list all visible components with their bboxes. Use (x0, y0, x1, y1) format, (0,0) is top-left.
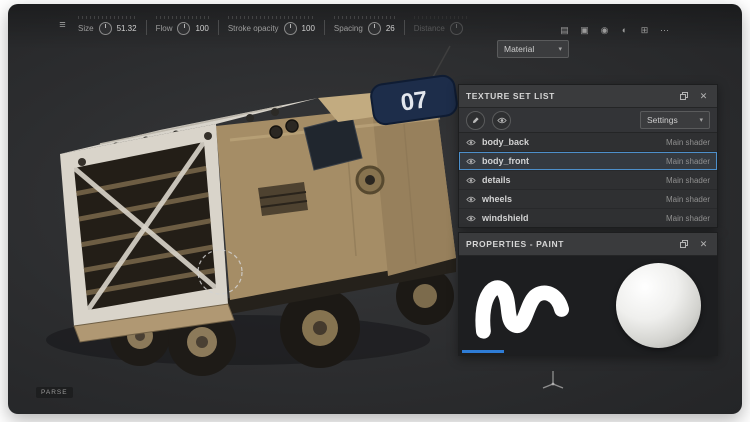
visibility-filter-icon[interactable] (492, 111, 511, 130)
model-grille (74, 142, 216, 310)
eye-icon[interactable] (466, 209, 476, 227)
flow-dial-icon[interactable] (177, 22, 190, 35)
spacing-control: Spacing 26 (334, 16, 395, 35)
size-label: Size (78, 24, 94, 33)
axis-gizmo-icon (540, 368, 566, 390)
tick-marks (228, 16, 315, 19)
stroke-opacity-control: Stroke opacity 100 (228, 16, 315, 35)
close-icon[interactable]: ✕ (697, 90, 710, 103)
settings-dropdown[interactable]: Settings ▾ (640, 111, 710, 129)
chevron-down-icon: ▾ (699, 116, 703, 124)
stroke-opacity-dial-icon[interactable] (284, 22, 297, 35)
texture-set-name: windshield (482, 213, 529, 223)
size-control: Size 51.32 (78, 16, 137, 35)
material-dropdown-label: Material (504, 44, 534, 54)
settings-dropdown-label: Settings (647, 115, 678, 125)
spacing-value[interactable]: 26 (386, 24, 395, 33)
toolbar-divider (324, 20, 325, 35)
properties-body (459, 256, 717, 355)
paint-filter-icon[interactable] (466, 111, 485, 130)
texture-set-row-body-back[interactable]: body_back Main shader (459, 133, 717, 152)
distance-dial-icon (450, 22, 463, 35)
headlight-left (78, 158, 86, 166)
headlight-right (204, 132, 212, 140)
panel-title: PROPERTIES - PAINT (466, 239, 670, 249)
toolbar-divider (218, 20, 219, 35)
material-sphere-preview[interactable] (616, 263, 701, 348)
texture-set-name: body_front (482, 156, 529, 166)
popout-icon[interactable] (677, 90, 690, 103)
tick-marks (78, 16, 137, 19)
stroke-opacity-value[interactable]: 100 (302, 24, 315, 33)
distance-control: Distance (414, 16, 468, 35)
grid-icon[interactable]: ⊞ (638, 24, 651, 37)
display-mode-icon[interactable]: ▤ (558, 24, 571, 37)
distance-label: Distance (414, 24, 445, 33)
panel-title: TEXTURE SET LIST (466, 91, 670, 101)
texture-set-name: wheels (482, 194, 512, 204)
material-dropdown[interactable]: Material ▾ (497, 40, 569, 58)
viewport-3d-model[interactable]: 07 (20, 40, 480, 380)
shader-label: Main shader (666, 157, 710, 166)
number-badge: 07 (370, 74, 459, 125)
brush-toolbar: ≡ Size 51.32 Flow 100 Stroke opacity 100… (56, 16, 468, 35)
texture-set-row-wheels[interactable]: wheels Main shader (459, 190, 717, 209)
popout-icon[interactable] (677, 238, 690, 251)
eye-icon[interactable] (466, 190, 476, 208)
shader-label: Main shader (666, 176, 710, 185)
viewport-display-icons: ▤ ▣ ◉ ◐ ⊞ ⋯ (558, 24, 671, 37)
side-vent (258, 182, 308, 216)
flow-control: Flow 100 (156, 16, 209, 35)
shading-icon[interactable]: ▣ (578, 24, 591, 37)
eye-icon[interactable] (466, 171, 476, 189)
stroke-opacity-label: Stroke opacity (228, 24, 279, 33)
spacing-dial-icon[interactable] (368, 22, 381, 35)
environment-icon[interactable]: ◉ (598, 24, 611, 37)
spacing-label: Spacing (334, 24, 363, 33)
brush-stroke-preview[interactable] (463, 258, 585, 352)
scrollbar[interactable] (462, 350, 504, 353)
tick-marks (414, 16, 468, 19)
texture-set-list-header: TEXTURE SET LIST ✕ (459, 85, 717, 108)
app-window: 07 (8, 4, 742, 414)
porthole-glass (365, 175, 375, 185)
eye-icon[interactable] (466, 133, 476, 151)
toolbar-menu-icon[interactable]: ≡ (56, 19, 69, 32)
toolbar-divider (404, 20, 405, 35)
texture-set-filter-row: Settings ▾ (459, 108, 717, 133)
texture-set-row-body-front[interactable]: body_front Main shader (459, 152, 717, 171)
toolbar-divider (146, 20, 147, 35)
badge-number-text: 07 (399, 86, 429, 116)
size-dial-icon[interactable] (99, 22, 112, 35)
shader-label: Main shader (666, 214, 710, 223)
status-chip: PARSE (36, 387, 73, 398)
shader-label: Main shader (666, 195, 710, 204)
chevron-down-icon: ▾ (558, 45, 562, 53)
texture-set-row-windshield[interactable]: windshield Main shader (459, 209, 717, 227)
tick-marks (156, 16, 209, 19)
more-options-icon[interactable]: ⋯ (658, 24, 671, 37)
size-value[interactable]: 51.32 (117, 24, 137, 33)
properties-header: PROPERTIES - PAINT ✕ (459, 233, 717, 256)
close-icon[interactable]: ✕ (697, 238, 710, 251)
tonemap-icon[interactable]: ◐ (618, 24, 631, 37)
texture-set-list-panel: TEXTURE SET LIST ✕ Settings ▾ body_back … (458, 84, 718, 228)
texture-set-name: details (482, 175, 511, 185)
texture-set-name: body_back (482, 137, 529, 147)
flow-label: Flow (156, 24, 173, 33)
shader-label: Main shader (666, 138, 710, 147)
tick-marks (334, 16, 395, 19)
texture-set-row-details[interactable]: details Main shader (459, 171, 717, 190)
flow-value[interactable]: 100 (195, 24, 208, 33)
eye-icon[interactable] (466, 152, 476, 170)
properties-paint-panel: PROPERTIES - PAINT ✕ (458, 232, 718, 356)
